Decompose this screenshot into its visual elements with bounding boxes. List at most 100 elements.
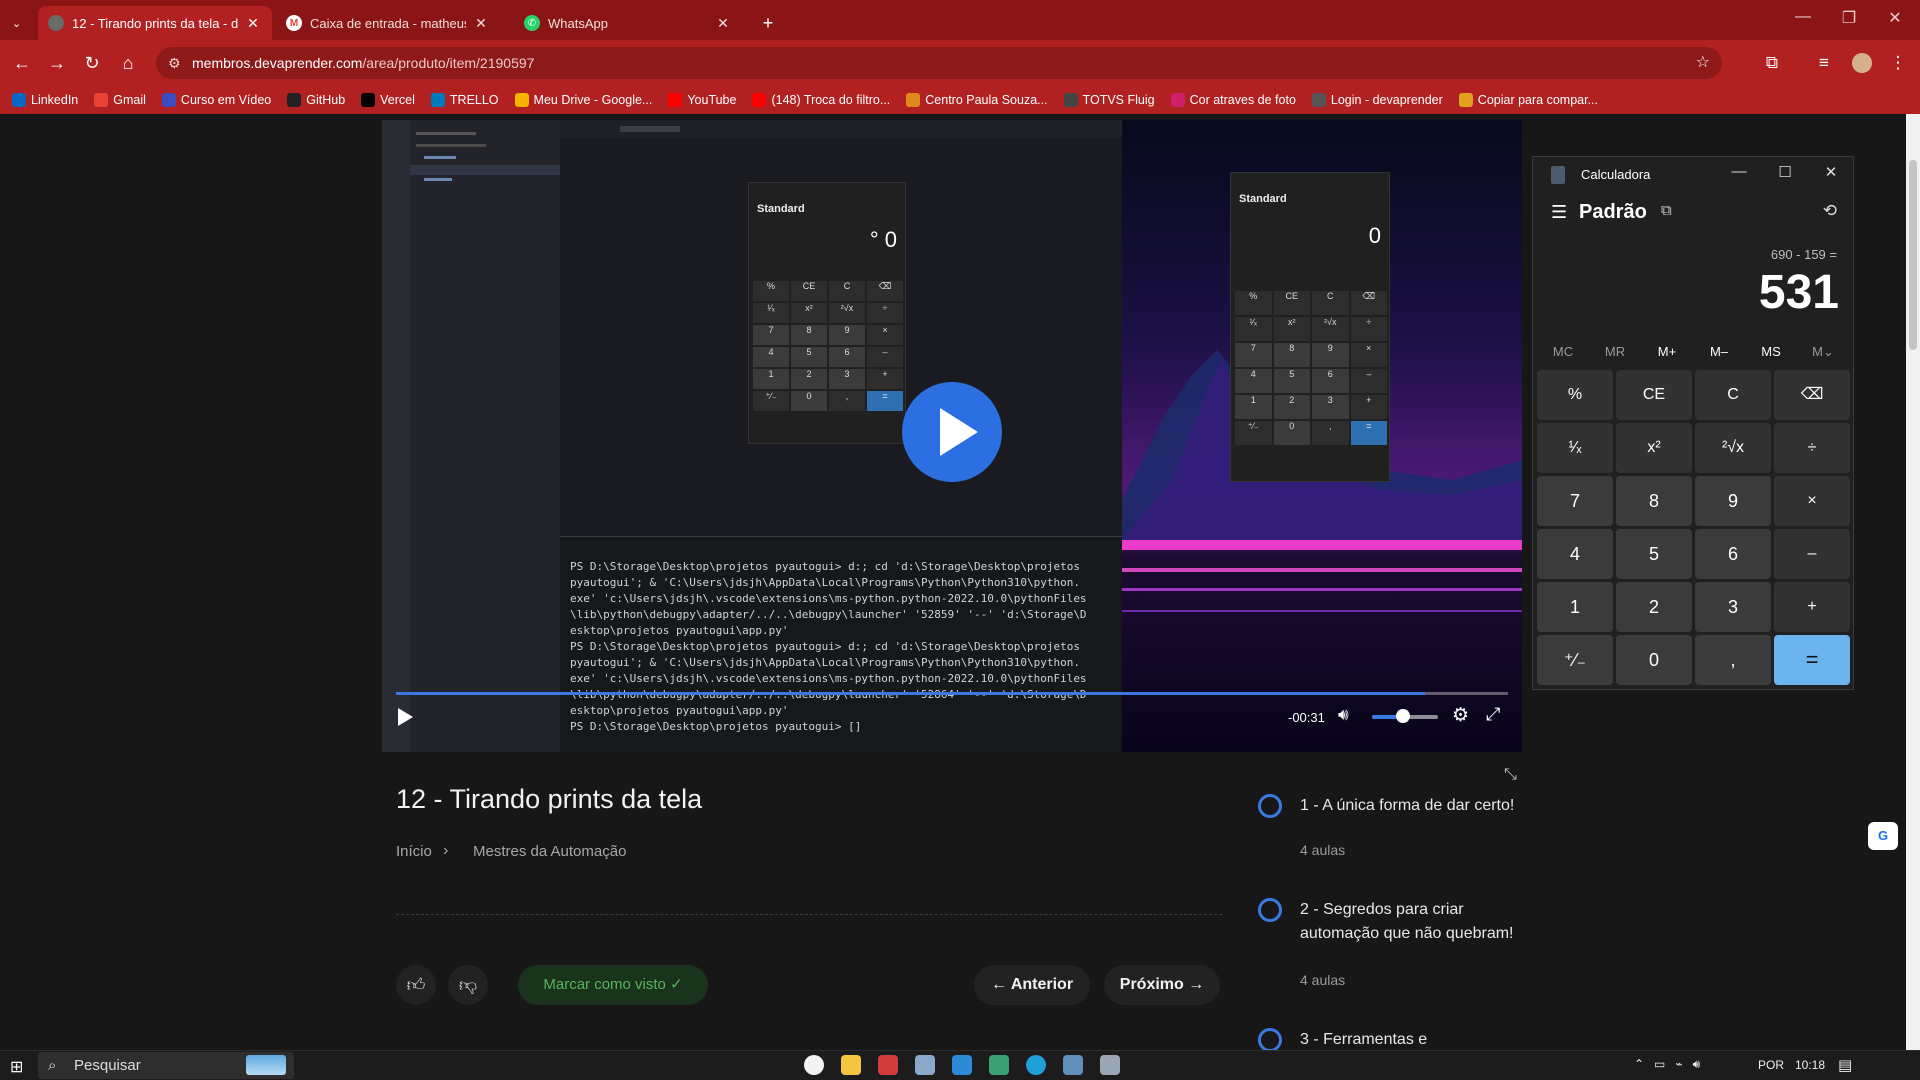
- bookmark-item[interactable]: Cor atraves de foto: [1170, 93, 1296, 107]
- bookmark-item[interactable]: Login - devaprender: [1311, 93, 1443, 107]
- mark-as-seen-button[interactable]: Marcar como visto ✓: [518, 965, 708, 1005]
- close-window-icon[interactable]: ✕: [1872, 8, 1918, 28]
- hamburger-menu-icon[interactable]: ☰: [1551, 202, 1567, 223]
- calc-key[interactable]: C: [1695, 370, 1771, 420]
- previous-lesson-button[interactable]: ← Anterior: [974, 965, 1090, 1005]
- calc-key[interactable]: =: [1774, 635, 1850, 685]
- calc-key[interactable]: –: [1774, 529, 1850, 579]
- edge-icon[interactable]: [1026, 1055, 1046, 1075]
- calc-key[interactable]: ,: [1695, 635, 1771, 685]
- calc-key[interactable]: 0: [1616, 635, 1692, 685]
- calc-key[interactable]: ×: [1774, 476, 1850, 526]
- calc-key[interactable]: ⁺⁄₋: [1537, 635, 1613, 685]
- next-lesson-button[interactable]: Próximo →: [1104, 965, 1220, 1005]
- tab-whatsapp[interactable]: ✆ WhatsApp ✕: [514, 6, 742, 40]
- history-icon[interactable]: ⟲: [1823, 201, 1837, 221]
- reload-icon[interactable]: ↻: [78, 49, 106, 77]
- calc-key[interactable]: 8: [1616, 476, 1692, 526]
- close-tab-icon[interactable]: ✕: [472, 15, 490, 32]
- settings-gear-icon[interactable]: ⚙: [1452, 704, 1469, 727]
- profile-avatar[interactable]: [1848, 49, 1876, 77]
- new-tab-button[interactable]: +: [748, 6, 788, 40]
- play-icon[interactable]: [398, 708, 413, 726]
- tab-gmail[interactable]: M Caixa de entrada - matheusazev ✕: [276, 6, 500, 40]
- fullscreen-icon[interactable]: ⤢: [1486, 704, 1500, 725]
- app-icon[interactable]: [915, 1055, 935, 1075]
- volume-icon[interactable]: 🔊︎: [1338, 705, 1349, 725]
- like-button[interactable]: 👍︎: [396, 965, 436, 1005]
- bookmark-item[interactable]: YouTube: [668, 93, 736, 107]
- bookmark-item[interactable]: Vercel: [361, 93, 415, 107]
- browser-menu-icon[interactable]: ⋮: [1884, 49, 1912, 77]
- calc-key[interactable]: 2: [1616, 582, 1692, 632]
- breadcrumb-home[interactable]: Início: [396, 843, 432, 860]
- memory-button[interactable]: M⌄: [1797, 341, 1849, 363]
- bookmark-item[interactable]: TOTVS Fluig: [1063, 93, 1155, 107]
- bookmark-item[interactable]: TRELLO: [430, 93, 499, 107]
- notepad-icon[interactable]: [1063, 1055, 1083, 1075]
- memory-button[interactable]: MS: [1745, 341, 1797, 363]
- taskbar-search[interactable]: ⌕ Pesquisar: [38, 1052, 294, 1079]
- bookmark-item[interactable]: Gmail: [94, 93, 146, 107]
- language-indicator[interactable]: POR: [1758, 1058, 1784, 1072]
- module-item[interactable]: 3 - Ferramentas e: [1258, 1028, 1518, 1050]
- translate-icon[interactable]: G: [1868, 822, 1898, 850]
- minimize-window-icon[interactable]: —: [1719, 163, 1759, 180]
- calc-key[interactable]: +: [1774, 582, 1850, 632]
- notifications-icon[interactable]: ▤: [1838, 1056, 1852, 1074]
- minimize-window-icon[interactable]: —: [1780, 8, 1826, 26]
- restore-window-icon[interactable]: ❐: [1826, 8, 1872, 28]
- volume-slider-handle[interactable]: [1396, 709, 1410, 723]
- memory-button[interactable]: M–: [1693, 341, 1745, 363]
- calculator-window[interactable]: Calculadora — ☐ ✕ ☰ Padrão ⧉ ⟲ 690 - 159…: [1532, 156, 1854, 690]
- bookmark-item[interactable]: Curso em Vídeo: [161, 93, 271, 107]
- bookmark-item[interactable]: Meu Drive - Google...: [514, 93, 652, 107]
- app-icon[interactable]: [989, 1055, 1009, 1075]
- chrome-icon[interactable]: [804, 1055, 824, 1075]
- module-item[interactable]: 1 - A única forma de dar certo! 4 aulas: [1258, 794, 1518, 864]
- keep-on-top-icon[interactable]: ⧉: [1661, 202, 1672, 219]
- bookmark-item[interactable]: Centro Paula Souza...: [906, 93, 1048, 107]
- address-bar[interactable]: ⚙ membros.devaprender.com/area/produto/i…: [156, 47, 1722, 79]
- calculator-taskbar-icon[interactable]: [1100, 1055, 1120, 1075]
- site-info-icon[interactable]: ⚙: [168, 47, 181, 79]
- dislike-button[interactable]: 👎︎: [448, 965, 488, 1005]
- media-control-icon[interactable]: ≡: [1810, 49, 1838, 77]
- calc-key[interactable]: 1: [1537, 582, 1613, 632]
- calc-key[interactable]: CE: [1616, 370, 1692, 420]
- clock[interactable]: 10:18: [1795, 1058, 1825, 1072]
- bookmark-item[interactable]: (148) Troca do filtro...: [752, 93, 890, 107]
- calc-key[interactable]: x²: [1616, 423, 1692, 473]
- home-icon[interactable]: ⌂: [114, 49, 142, 77]
- tab-search-dropdown[interactable]: ⌄: [2, 6, 36, 40]
- calc-key[interactable]: ⌫: [1774, 370, 1850, 420]
- collapse-icon[interactable]: ⤡: [1504, 766, 1517, 784]
- calc-key[interactable]: 6: [1695, 529, 1771, 579]
- calc-key[interactable]: ¹⁄ₓ: [1537, 423, 1613, 473]
- calc-key[interactable]: ÷: [1774, 423, 1850, 473]
- calc-key[interactable]: 7: [1537, 476, 1613, 526]
- bookmark-star-icon[interactable]: ☆: [1696, 47, 1710, 79]
- breadcrumb-course[interactable]: Mestres da Automação: [473, 843, 626, 860]
- module-item[interactable]: 2 - Segredos para criar automação que nã…: [1258, 898, 1518, 992]
- vscode-icon[interactable]: [952, 1055, 972, 1075]
- file-explorer-icon[interactable]: [841, 1055, 861, 1075]
- bookmark-item[interactable]: Copiar para compar...: [1458, 93, 1598, 107]
- scrollbar-thumb[interactable]: [1909, 160, 1917, 350]
- calc-key[interactable]: 5: [1616, 529, 1692, 579]
- forward-icon[interactable]: →: [43, 49, 71, 77]
- maximize-window-icon[interactable]: ☐: [1765, 163, 1805, 181]
- close-window-icon[interactable]: ✕: [1811, 163, 1851, 181]
- system-tray-icons[interactable]: ⌃ ▭ ⌁ 🔊︎: [1634, 1057, 1700, 1072]
- bookmark-item[interactable]: GitHub: [287, 93, 345, 107]
- close-tab-icon[interactable]: ✕: [244, 15, 262, 32]
- close-tab-icon[interactable]: ✕: [714, 15, 732, 32]
- figma-icon[interactable]: [878, 1055, 898, 1075]
- memory-button[interactable]: MR: [1589, 341, 1641, 363]
- calc-key[interactable]: 9: [1695, 476, 1771, 526]
- memory-button[interactable]: M+: [1641, 341, 1693, 363]
- calc-key[interactable]: 3: [1695, 582, 1771, 632]
- calc-key[interactable]: 4: [1537, 529, 1613, 579]
- tab-lesson[interactable]: 12 - Tirando prints da tela - dev ✕: [38, 6, 272, 40]
- extensions-icon[interactable]: ⧉: [1758, 49, 1786, 77]
